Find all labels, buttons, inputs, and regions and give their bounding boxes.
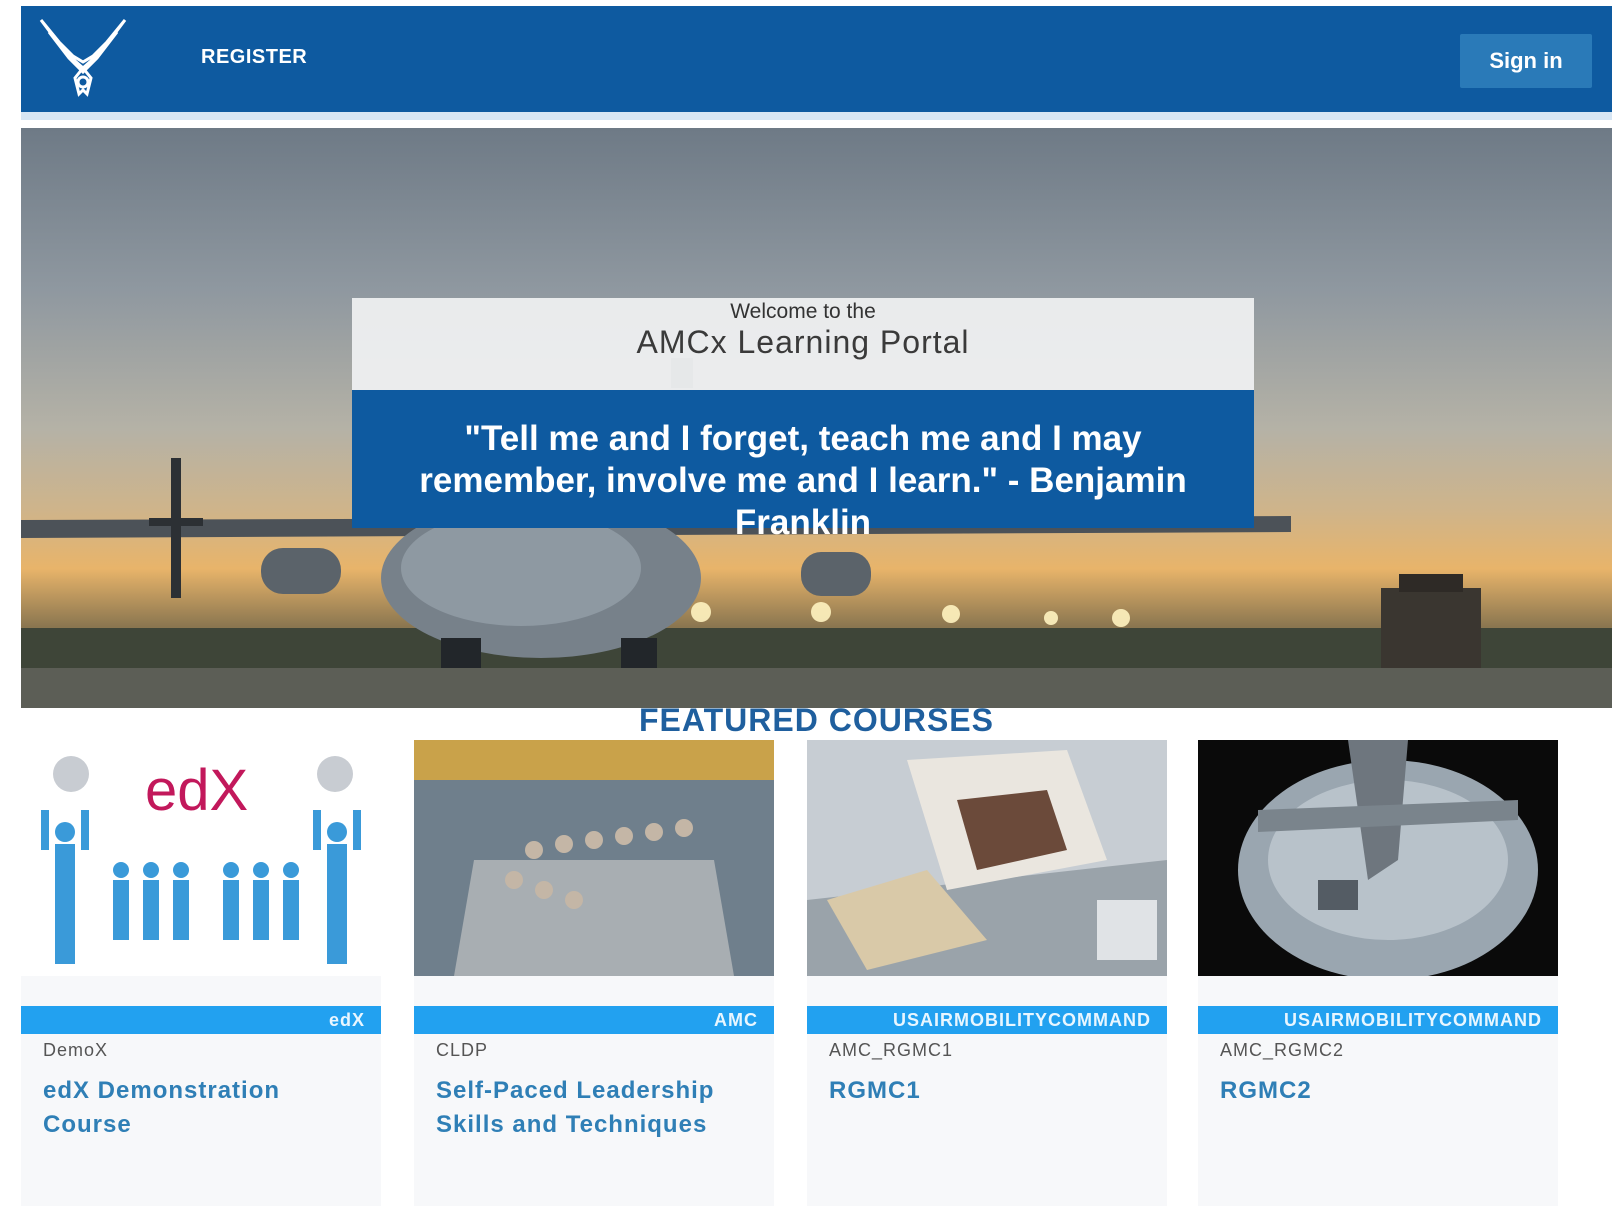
air-force-logo-icon[interactable] (35, 12, 131, 108)
course-code: CLDP (436, 1040, 489, 1060)
course-code: AMC_RGMC1 (829, 1040, 954, 1060)
course-code: DemoX (43, 1040, 109, 1060)
featured-courses-heading: FEATURED COURSES (639, 702, 994, 738)
quote-panel: "Tell me and I forget, teach me and I ma… (352, 390, 1254, 542)
course-image-rgmc2[interactable] (1198, 740, 1558, 976)
course-title[interactable]: Self-Paced Leadership Skills and Techniq… (436, 1074, 756, 1142)
course-image-rgmc1[interactable] (807, 740, 1167, 976)
quote-text: "Tell me and I forget, teach me and I ma… (419, 419, 1187, 542)
course-title[interactable]: edX Demonstration Course (43, 1074, 363, 1142)
portal-title: AMCx Learning Portal (636, 324, 970, 360)
course-card-rgmc2[interactable]: USAIRMOBILITYCOMMAND AMC_RGMC2 RGMC2 (1198, 740, 1558, 1206)
course-org-bar: USAIRMOBILITYCOMMAND (1198, 1006, 1558, 1034)
course-card-rgmc1[interactable]: USAIRMOBILITYCOMMAND AMC_RGMC1 RGMC1 (807, 740, 1167, 1206)
sign-in-button[interactable]: Sign in (1460, 34, 1592, 88)
course-title[interactable]: RGMC2 (1220, 1074, 1540, 1108)
hero-banner: Welcome to the AMCx Learning Portal "Tel… (21, 128, 1612, 708)
course-org-bar: edX (21, 1006, 381, 1034)
course-card-cldp[interactable]: AMC CLDP Self-Paced Leadership Skills an… (414, 740, 774, 1206)
welcome-subtitle: Welcome to the (730, 300, 876, 323)
course-title[interactable]: RGMC1 (829, 1074, 1149, 1108)
edx-logo-text: edX (145, 758, 248, 823)
course-org-bar: USAIRMOBILITYCOMMAND (807, 1006, 1167, 1034)
course-card-demox[interactable]: edX edX DemoX edX Demonstration Course (21, 740, 381, 1206)
welcome-panel: Welcome to the AMCx Learning Portal (352, 298, 1254, 390)
page: REGISTER Sign in Welcome to the AMCx Lea… (21, 6, 1612, 1206)
course-image-leadership[interactable] (414, 740, 774, 976)
course-code: AMC_RGMC2 (1220, 1040, 1345, 1060)
course-org-bar: AMC (414, 1006, 774, 1034)
course-image-edx[interactable]: edX (21, 740, 381, 976)
header-divider (21, 112, 1612, 120)
top-nav: REGISTER Sign in (21, 6, 1612, 112)
register-link[interactable]: REGISTER (201, 46, 307, 69)
